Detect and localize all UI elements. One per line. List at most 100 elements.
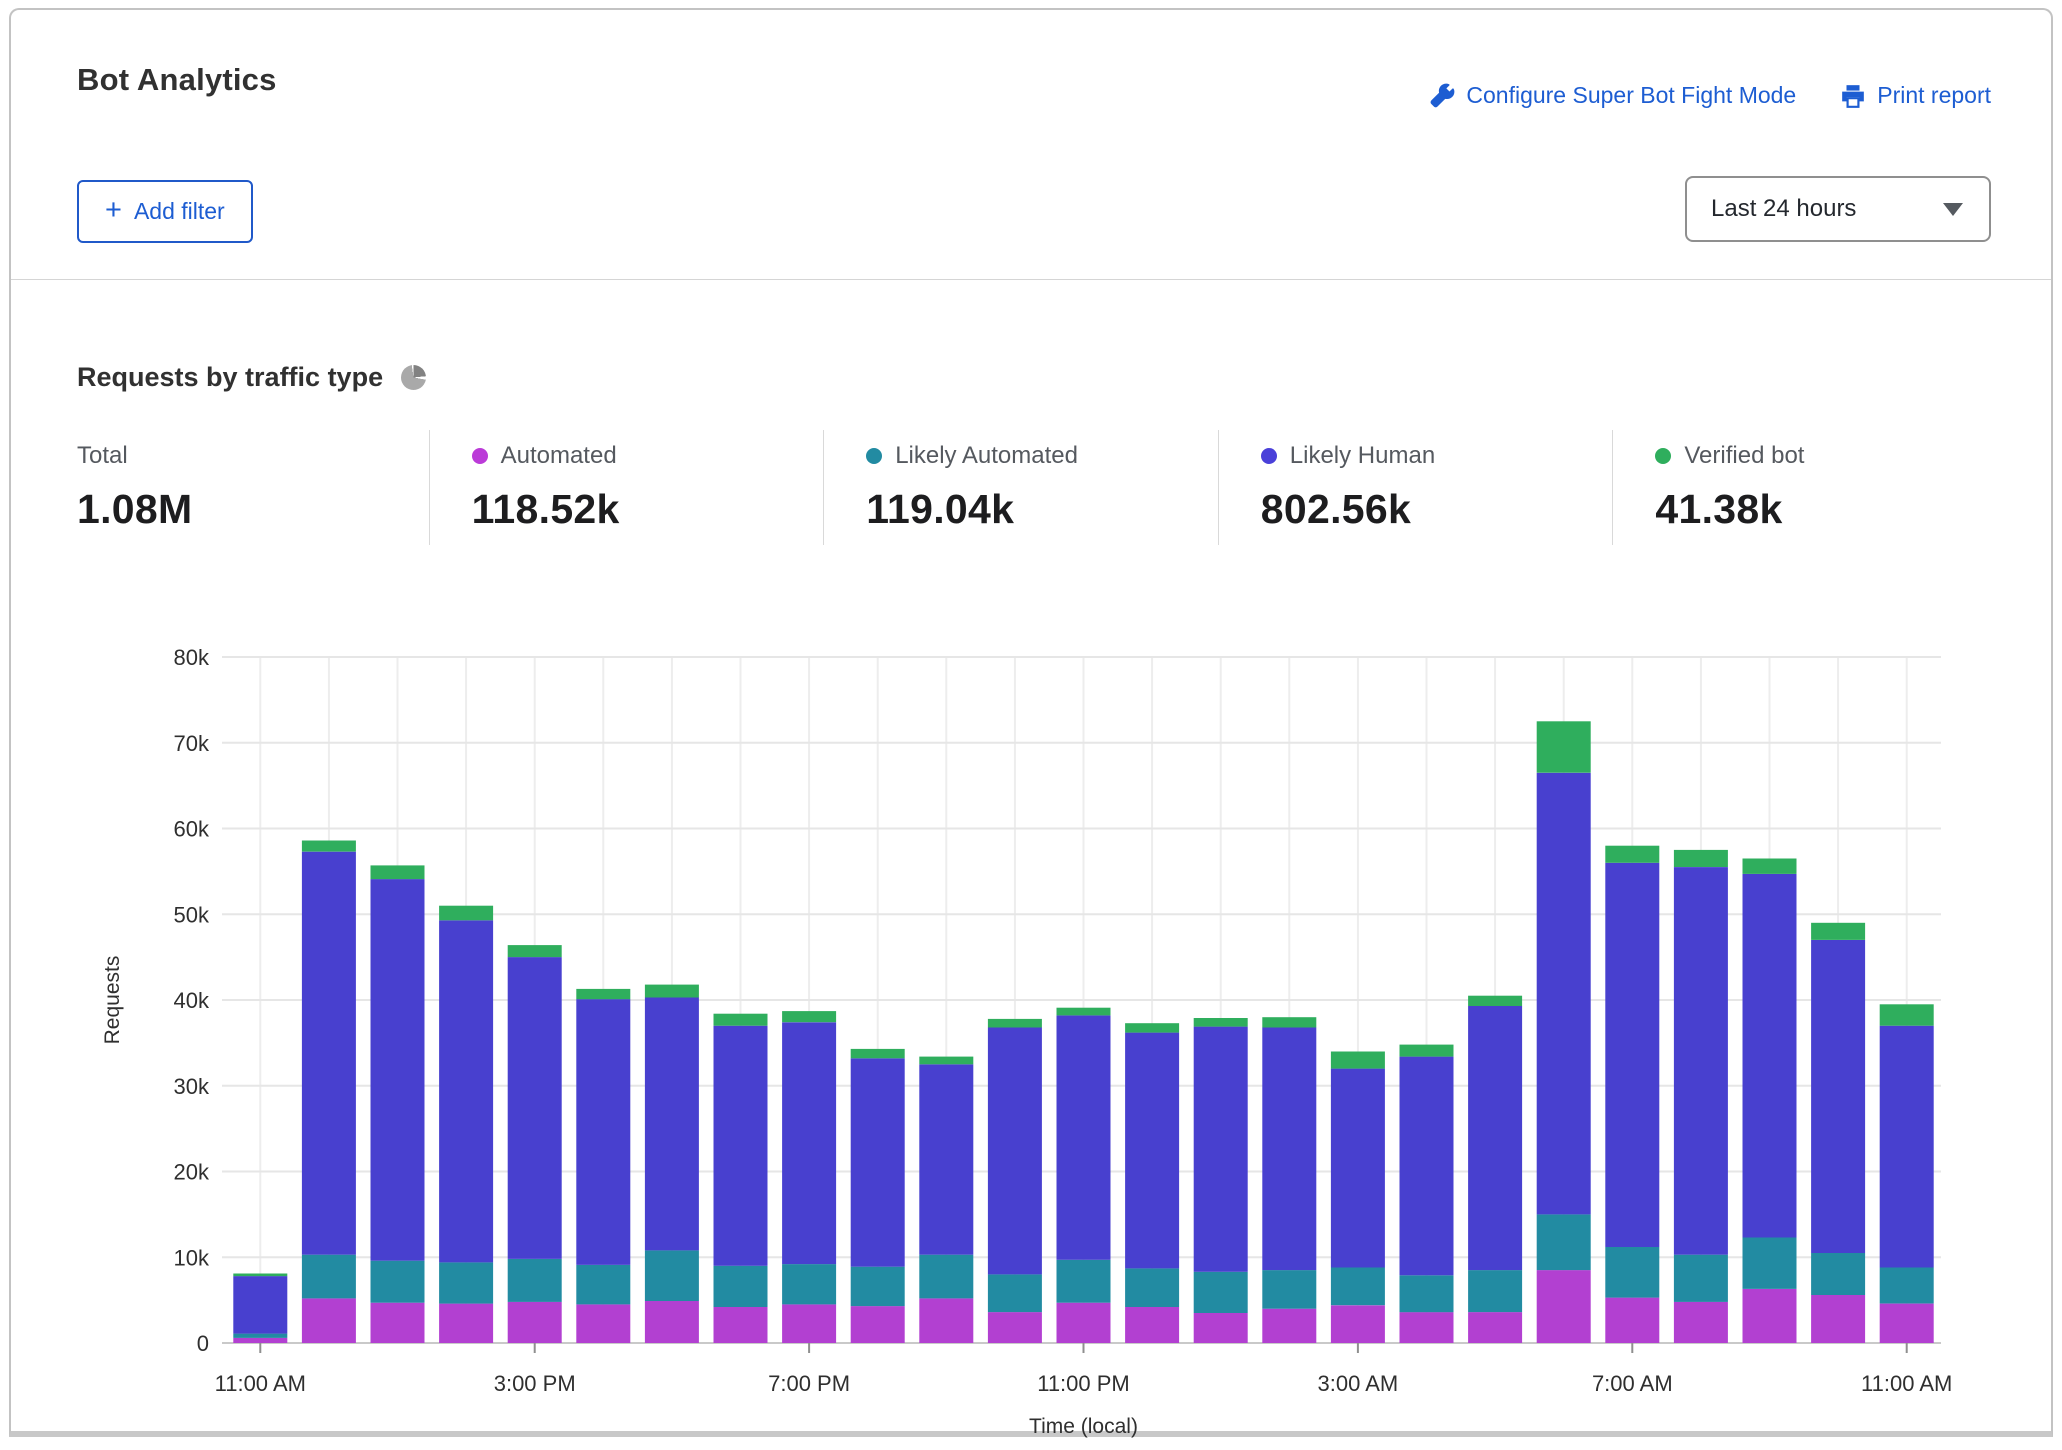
bar-segment-verified-bot[interactable]	[988, 1019, 1042, 1028]
bar-segment-likely-human[interactable]	[233, 1276, 287, 1334]
bar-segment-likely-automated[interactable]	[1468, 1270, 1522, 1312]
bar-segment-likely-automated[interactable]	[302, 1255, 356, 1299]
bar-segment-automated[interactable]	[1400, 1312, 1454, 1343]
bar-segment-likely-automated[interactable]	[576, 1265, 630, 1304]
bar-segment-likely-human[interactable]	[1400, 1057, 1454, 1276]
bar-segment-verified-bot[interactable]	[508, 945, 562, 957]
bar-segment-likely-human[interactable]	[1125, 1033, 1179, 1269]
bar-segment-verified-bot[interactable]	[645, 985, 699, 998]
bar-segment-likely-human[interactable]	[508, 957, 562, 1259]
bar-segment-likely-automated[interactable]	[1537, 1214, 1591, 1270]
bar-segment-automated[interactable]	[988, 1312, 1042, 1343]
bar-segment-automated[interactable]	[233, 1338, 287, 1343]
bar-segment-likely-human[interactable]	[1468, 1006, 1522, 1270]
bar-segment-verified-bot[interactable]	[439, 906, 493, 921]
bar-segment-likely-human[interactable]	[851, 1058, 905, 1266]
bar-segment-likely-human[interactable]	[714, 1026, 768, 1266]
bar-segment-likely-human[interactable]	[1743, 874, 1797, 1238]
bar-segment-automated[interactable]	[302, 1298, 356, 1343]
bar-segment-automated[interactable]	[1674, 1302, 1728, 1343]
bar-segment-likely-automated[interactable]	[1194, 1272, 1248, 1313]
bar-segment-verified-bot[interactable]	[1468, 996, 1522, 1006]
bar-segment-likely-human[interactable]	[1880, 1026, 1934, 1268]
bar-segment-verified-bot[interactable]	[714, 1014, 768, 1026]
bar-segment-likely-automated[interactable]	[1057, 1260, 1111, 1303]
bar-segment-likely-human[interactable]	[988, 1027, 1042, 1274]
bar-segment-verified-bot[interactable]	[1880, 1004, 1934, 1025]
bar-segment-likely-automated[interactable]	[1605, 1247, 1659, 1298]
bar-segment-automated[interactable]	[1605, 1298, 1659, 1343]
bar-segment-verified-bot[interactable]	[1125, 1023, 1179, 1032]
bar-segment-automated[interactable]	[1194, 1313, 1248, 1343]
bar-segment-likely-automated[interactable]	[439, 1262, 493, 1303]
bar-segment-likely-automated[interactable]	[1125, 1268, 1179, 1307]
bar-segment-likely-automated[interactable]	[1262, 1270, 1316, 1309]
bar-segment-automated[interactable]	[1880, 1304, 1934, 1343]
stat-automated[interactable]: Automated 118.52k	[429, 430, 824, 545]
bar-segment-likely-automated[interactable]	[1674, 1255, 1728, 1302]
bar-segment-automated[interactable]	[1331, 1305, 1385, 1343]
bar-segment-likely-automated[interactable]	[1331, 1268, 1385, 1306]
bar-segment-likely-human[interactable]	[439, 920, 493, 1262]
bar-segment-automated[interactable]	[782, 1304, 836, 1343]
bar-segment-likely-automated[interactable]	[371, 1261, 425, 1303]
bar-segment-likely-human[interactable]	[782, 1022, 836, 1264]
bar-segment-automated[interactable]	[1537, 1270, 1591, 1343]
bar-segment-verified-bot[interactable]	[576, 989, 630, 999]
bar-segment-likely-human[interactable]	[1605, 863, 1659, 1247]
bar-segment-verified-bot[interactable]	[782, 1011, 836, 1022]
bar-segment-verified-bot[interactable]	[1674, 850, 1728, 867]
bar-segment-likely-human[interactable]	[1057, 1015, 1111, 1259]
bar-segment-likely-automated[interactable]	[782, 1264, 836, 1304]
bar-segment-verified-bot[interactable]	[1537, 721, 1591, 772]
bar-segment-verified-bot[interactable]	[371, 865, 425, 879]
bar-segment-likely-human[interactable]	[645, 997, 699, 1250]
bar-segment-likely-automated[interactable]	[1811, 1253, 1865, 1295]
bar-segment-likely-human[interactable]	[1674, 867, 1728, 1255]
stat-likely-automated[interactable]: Likely Automated 119.04k	[823, 430, 1218, 545]
bar-segment-automated[interactable]	[1057, 1303, 1111, 1343]
bar-segment-likely-automated[interactable]	[508, 1259, 562, 1302]
bar-segment-automated[interactable]	[508, 1302, 562, 1343]
bar-segment-automated[interactable]	[1262, 1309, 1316, 1343]
bar-segment-verified-bot[interactable]	[233, 1274, 287, 1277]
bar-segment-likely-automated[interactable]	[1400, 1275, 1454, 1312]
bar-segment-likely-human[interactable]	[919, 1064, 973, 1254]
bar-segment-likely-human[interactable]	[1262, 1027, 1316, 1270]
time-range-select[interactable]: Last 24 hours	[1685, 176, 1991, 242]
bar-segment-verified-bot[interactable]	[1605, 846, 1659, 863]
bar-segment-automated[interactable]	[371, 1303, 425, 1343]
bar-segment-likely-automated[interactable]	[645, 1250, 699, 1301]
bar-segment-automated[interactable]	[1125, 1307, 1179, 1343]
bar-segment-verified-bot[interactable]	[919, 1057, 973, 1065]
bar-segment-automated[interactable]	[851, 1306, 905, 1343]
bar-segment-verified-bot[interactable]	[1262, 1017, 1316, 1027]
bar-segment-verified-bot[interactable]	[851, 1049, 905, 1058]
bar-segment-likely-automated[interactable]	[714, 1266, 768, 1307]
bar-segment-verified-bot[interactable]	[1194, 1018, 1248, 1027]
bar-segment-automated[interactable]	[1811, 1295, 1865, 1343]
bar-segment-likely-automated[interactable]	[988, 1274, 1042, 1312]
stat-likely-human[interactable]: Likely Human 802.56k	[1218, 430, 1613, 545]
bar-segment-automated[interactable]	[919, 1298, 973, 1343]
bar-segment-verified-bot[interactable]	[1400, 1045, 1454, 1057]
bar-segment-verified-bot[interactable]	[1057, 1008, 1111, 1016]
bar-segment-automated[interactable]	[1468, 1312, 1522, 1343]
bar-segment-likely-automated[interactable]	[919, 1255, 973, 1299]
bar-segment-automated[interactable]	[645, 1301, 699, 1343]
bar-segment-verified-bot[interactable]	[1331, 1052, 1385, 1069]
bar-segment-likely-human[interactable]	[576, 999, 630, 1265]
stat-verified-bot[interactable]: Verified bot 41.38k	[1612, 430, 2007, 545]
bar-segment-verified-bot[interactable]	[1743, 859, 1797, 874]
bar-segment-automated[interactable]	[576, 1304, 630, 1343]
bar-segment-likely-human[interactable]	[1331, 1069, 1385, 1268]
bar-segment-automated[interactable]	[1743, 1289, 1797, 1343]
bar-segment-likely-human[interactable]	[1194, 1027, 1248, 1272]
bar-segment-verified-bot[interactable]	[1811, 923, 1865, 940]
bar-segment-verified-bot[interactable]	[302, 841, 356, 852]
bar-segment-likely-automated[interactable]	[1743, 1238, 1797, 1289]
bar-segment-automated[interactable]	[439, 1304, 493, 1343]
bar-segment-likely-human[interactable]	[1537, 773, 1591, 1215]
bar-segment-likely-human[interactable]	[1811, 940, 1865, 1253]
configure-super-bot-fight-mode-link[interactable]: Configure Super Bot Fight Mode	[1430, 82, 1796, 109]
